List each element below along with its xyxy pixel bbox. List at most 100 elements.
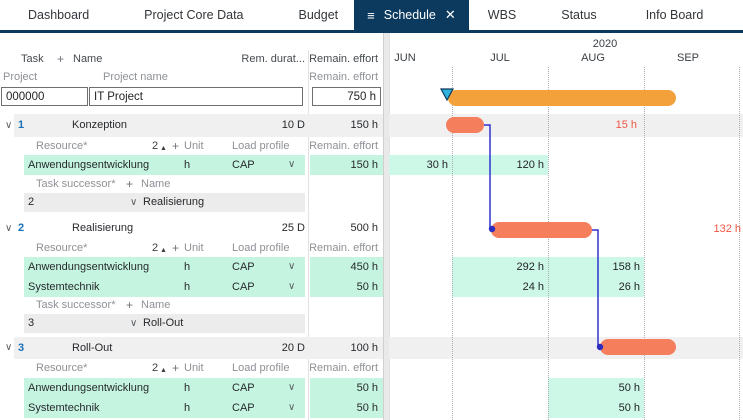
- successor-name: Roll-Out: [143, 317, 184, 329]
- project-row: [0, 87, 383, 108]
- gantt-bar-task-1[interactable]: [446, 117, 484, 133]
- schedule-app: Dashboard Project Core Data Budget ≡ Sch…: [0, 0, 743, 420]
- add-resource-button[interactable]: +: [172, 139, 179, 154]
- effort-cell-aug: 50 h: [618, 382, 640, 394]
- resource-row[interactable]: Systemtechnik h CAP ∨ 50 h: [0, 277, 383, 297]
- panel-splitter[interactable]: [383, 33, 390, 420]
- gantt-bar-task-2[interactable]: [491, 222, 592, 238]
- expand-chevron-icon[interactable]: ∨: [5, 337, 12, 359]
- task-number: 2: [18, 222, 25, 234]
- overdue-label-task-2: 132 h: [713, 223, 741, 235]
- task-row-3[interactable]: ∨ 3 Roll-Out 20 D 100 h: [0, 337, 383, 359]
- chevron-down-icon[interactable]: ∨: [130, 193, 137, 212]
- successor-name-label: Name: [141, 299, 171, 311]
- resource-row[interactable]: Anwendungsentwicklung h CAP ∨ 450 h: [0, 257, 383, 277]
- add-successor-button[interactable]: +: [126, 177, 133, 192]
- task-row-3-highlight: [14, 337, 383, 359]
- column-header-remain-effort[interactable]: Remain. effort: [309, 50, 378, 68]
- overdue-label-task-1: 15 h: [615, 119, 637, 131]
- column-header-name[interactable]: Name: [73, 50, 102, 68]
- effort-cell-aug: 158 h: [612, 261, 640, 273]
- resource-unit: h: [184, 281, 191, 293]
- column-header-task[interactable]: Task: [21, 50, 44, 68]
- resource-load-profile[interactable]: CAP: [232, 378, 255, 398]
- subheader-project-name: Project name: [103, 71, 168, 83]
- column-header-rem-duration[interactable]: Rem. durat...: [241, 50, 305, 68]
- resource-name: Anwendungsentwicklung: [28, 261, 150, 273]
- project-name-input[interactable]: [89, 87, 303, 106]
- tab-status[interactable]: Status: [561, 8, 596, 22]
- tab-budget[interactable]: Budget: [299, 8, 339, 22]
- hamburger-icon[interactable]: ≡: [367, 8, 375, 23]
- month-label-sep: SEP: [676, 52, 699, 64]
- effort-cell-jul: 24 h: [522, 281, 544, 293]
- month-gridline: [548, 67, 549, 420]
- resource-effort: 450 h: [350, 261, 378, 273]
- task-row-1[interactable]: ∨ 1 Konzeption 10 D 150 h: [0, 114, 383, 137]
- tab-wbs[interactable]: WBS: [488, 8, 516, 22]
- unit-column-label: Unit: [184, 242, 204, 254]
- resource-load-profile[interactable]: CAP: [232, 398, 255, 418]
- sort-indicator[interactable]: 2: [152, 360, 158, 376]
- gantt-row-shade-task-3: [389, 337, 743, 359]
- task-successor-label: Task successor*: [36, 299, 116, 311]
- resource-header-row: Resource* 2 ▲ + Unit Load profile Remain…: [0, 139, 383, 154]
- load-profile-column-label: Load profile: [232, 242, 290, 254]
- add-resource-button[interactable]: +: [172, 360, 179, 376]
- task-effort: 100 h: [350, 342, 378, 354]
- expand-chevron-icon[interactable]: ∨: [5, 114, 12, 137]
- resource-load-profile[interactable]: CAP: [232, 155, 255, 175]
- chevron-down-icon[interactable]: ∨: [130, 314, 137, 333]
- resource-column-label: Resource*: [36, 140, 88, 152]
- resource-name: Systemtechnik: [28, 402, 100, 414]
- task-row-2[interactable]: ∨ 2 Realisierung 25 D 500 h: [0, 217, 383, 240]
- resource-unit: h: [184, 382, 191, 394]
- chevron-down-icon[interactable]: ∨: [288, 257, 295, 277]
- task-duration: 10 D: [281, 119, 305, 131]
- close-icon[interactable]: ✕: [445, 7, 456, 23]
- task-name: Roll-Out: [72, 342, 113, 354]
- load-profile-column-label: Load profile: [232, 362, 290, 374]
- tab-schedule-label: Schedule: [383, 8, 436, 22]
- resource-unit: h: [184, 261, 191, 273]
- resource-column-label: Resource*: [36, 242, 88, 254]
- resource-row[interactable]: Anwendungsentwicklung h CAP ∨ 50 h: [0, 378, 383, 398]
- effort-cell-jul: 120 h: [516, 159, 544, 171]
- chevron-down-icon[interactable]: ∨: [288, 277, 295, 297]
- gantt-bar-project[interactable]: [448, 90, 676, 106]
- expand-chevron-icon[interactable]: ∨: [5, 217, 12, 240]
- project-effort-input[interactable]: [312, 87, 381, 106]
- tab-project-core-data[interactable]: Project Core Data: [144, 8, 243, 22]
- tab-info-board[interactable]: Info Board: [646, 8, 704, 22]
- chevron-down-icon[interactable]: ∨: [288, 378, 295, 398]
- tab-schedule[interactable]: ≡ Schedule ✕: [354, 0, 469, 30]
- dependency-connector-1-2: [484, 124, 491, 229]
- task-duration: 25 D: [281, 222, 305, 234]
- year-label: 2020: [592, 38, 618, 50]
- chevron-down-icon[interactable]: ∨: [288, 398, 295, 418]
- add-resource-button[interactable]: +: [172, 241, 179, 256]
- month-gridline: [644, 67, 645, 420]
- subheader-remain-effort: Remain. effort: [309, 71, 378, 83]
- resource-row[interactable]: Systemtechnik h CAP ∨ 50 h: [0, 398, 383, 418]
- successor-row[interactable]: 3 ∨ Roll-Out: [0, 314, 383, 333]
- resource-load-profile[interactable]: CAP: [232, 257, 255, 277]
- effort-cell-aug: 50 h: [618, 402, 640, 414]
- gantt-bar-task-3[interactable]: [600, 339, 676, 355]
- sort-indicator[interactable]: 2: [152, 241, 158, 256]
- load-profile-column-label: Load profile: [232, 140, 290, 152]
- sort-indicator[interactable]: 2: [152, 139, 158, 154]
- project-id-input[interactable]: [1, 87, 88, 106]
- resource-load-profile[interactable]: CAP: [232, 277, 255, 297]
- resource-header-row: Resource* 2 ▲ + Unit Load profile Remain…: [0, 241, 383, 256]
- add-successor-button[interactable]: +: [126, 298, 133, 313]
- remain-effort-column-label: Remain. effort: [309, 140, 378, 152]
- tab-dashboard[interactable]: Dashboard: [28, 8, 89, 22]
- sort-ascending-icon: ▲: [160, 247, 167, 254]
- add-task-button[interactable]: +: [57, 50, 64, 68]
- resource-row[interactable]: Anwendungsentwicklung h CAP ∨ 150 h: [0, 155, 383, 175]
- chevron-down-icon[interactable]: ∨: [288, 155, 295, 175]
- successor-row[interactable]: 2 ∨ Realisierung: [0, 193, 383, 212]
- task-name: Konzeption: [72, 119, 128, 131]
- subheader-project: Project: [3, 71, 38, 83]
